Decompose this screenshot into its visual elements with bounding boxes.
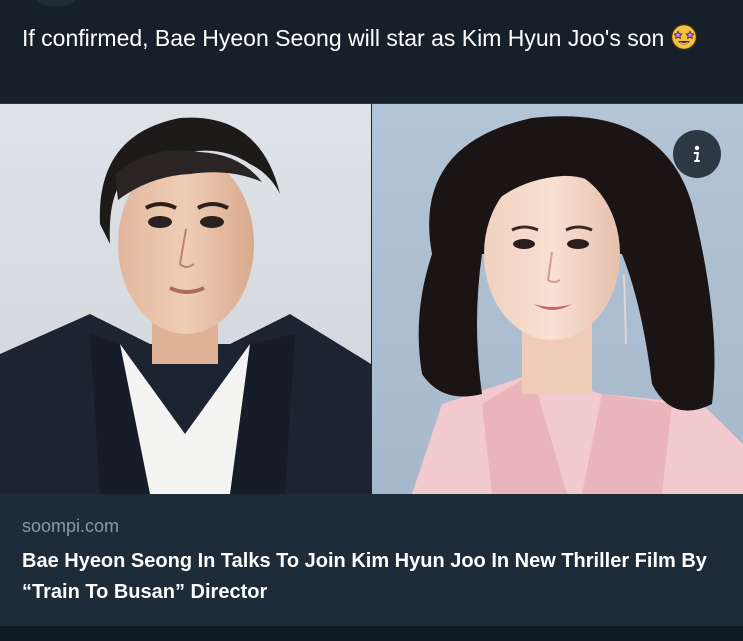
card-image[interactable] [0, 104, 743, 494]
info-icon [693, 145, 700, 162]
tweet-text: If confirmed, Bae Hyeon Seong will star … [22, 22, 722, 59]
link-card[interactable]: soompi.com Bae Hyeon Seong In Talks To J… [0, 103, 743, 626]
actor-portrait [0, 104, 371, 494]
link-domain: soompi.com [22, 516, 120, 536]
star-struck-face-icon [670, 23, 698, 59]
divider [0, 626, 743, 641]
avatar-edge [30, 0, 82, 6]
link-headline[interactable]: Bae Hyeon Seong In Talks To Join Kim Hyu… [22, 546, 722, 608]
card-body[interactable]: soompi.com Bae Hyeon Seong In Talks To J… [0, 494, 743, 626]
tweet-body: If confirmed, Bae Hyeon Seong will star … [22, 25, 665, 51]
info-button[interactable] [673, 130, 721, 178]
